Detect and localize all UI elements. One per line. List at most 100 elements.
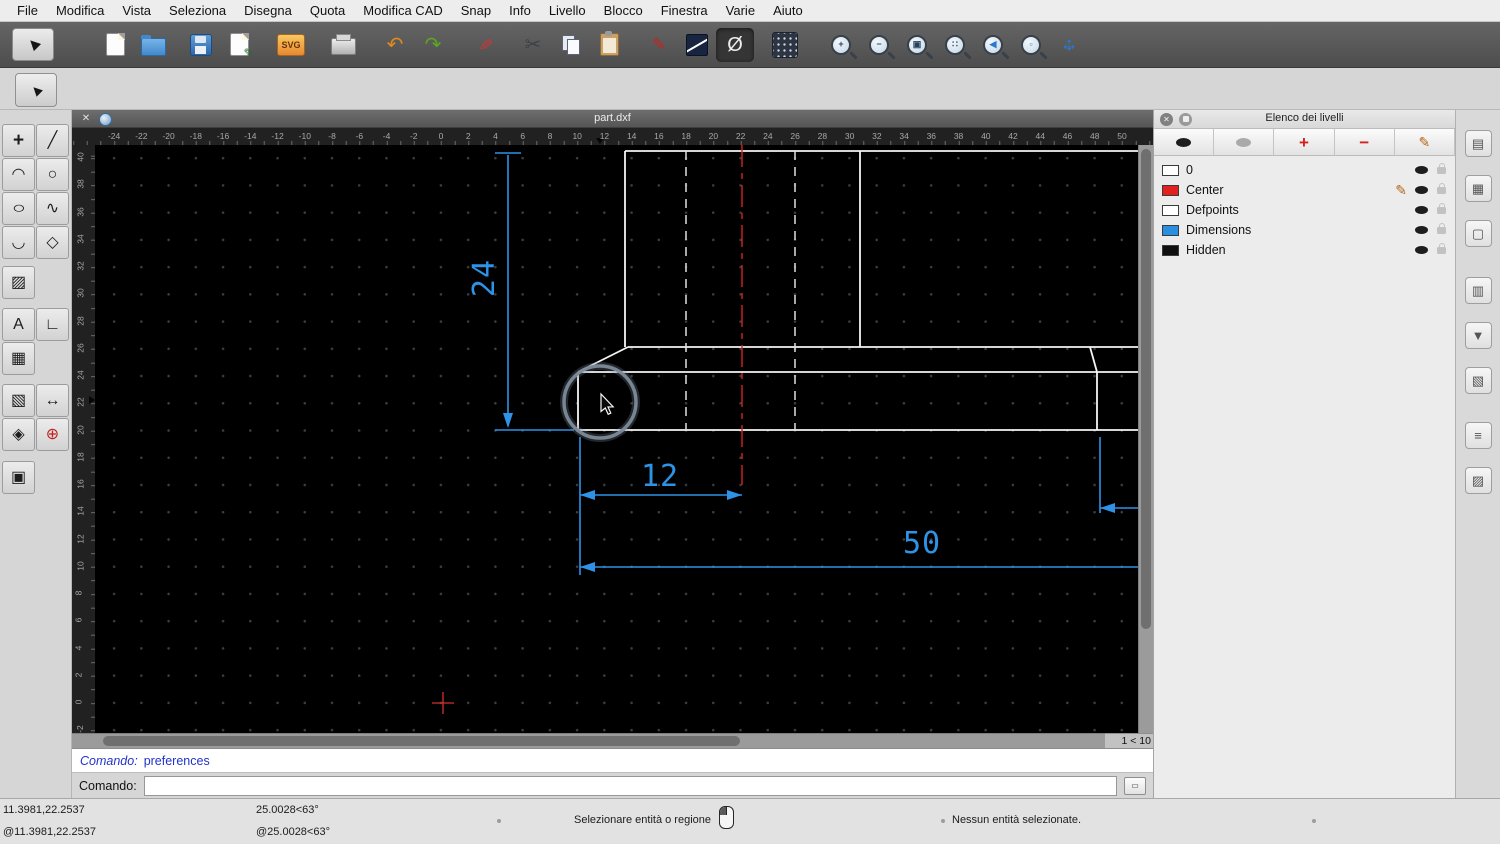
menu-modifica-cad[interactable]: Modifica CAD — [354, 0, 451, 22]
toggle-property-editor-button[interactable]: ▤ — [1464, 130, 1492, 157]
auto-zoom-button[interactable]: ▣ — [898, 28, 936, 62]
line-tools-button[interactable]: ╱ — [36, 124, 69, 157]
document-tab-icon[interactable] — [99, 113, 112, 126]
drawing-canvas[interactable]: 24 12 50 — [95, 145, 1138, 733]
menu-modifica[interactable]: Modifica — [47, 0, 113, 22]
panel-detach-button[interactable] — [1179, 112, 1192, 126]
cut-button[interactable]: ✂ — [514, 28, 552, 62]
layer-lock-toggle[interactable] — [1437, 242, 1446, 254]
edit-layer-button[interactable]: ✎ — [1394, 129, 1456, 155]
text-tool-button[interactable]: A — [2, 308, 35, 341]
delete-entities-button[interactable]: ✎ — [466, 28, 504, 62]
image-tool-button[interactable]: ▦ — [2, 342, 35, 375]
zoom-in-button[interactable]: + — [822, 28, 860, 62]
paste-button[interactable] — [590, 28, 628, 62]
layer-lock-toggle[interactable] — [1437, 202, 1446, 214]
copy-button[interactable] — [552, 28, 590, 62]
solid-tools-button[interactable]: ▣ — [2, 461, 35, 494]
layer-row-dimensions[interactable]: Dimensions — [1154, 220, 1455, 240]
h-ruler-label: -12 — [271, 131, 284, 141]
vertical-scrollbar-thumb[interactable] — [1141, 149, 1151, 629]
open-document-button[interactable] — [134, 28, 172, 62]
previous-view-button[interactable]: ◀ — [974, 28, 1012, 62]
dimension-tools-button[interactable]: ∟ — [36, 308, 69, 341]
toggle-view-list-button[interactable]: ▥ — [1464, 277, 1492, 304]
svg-export-button[interactable]: SVG — [272, 28, 310, 62]
menu-seleziona[interactable]: Seleziona — [160, 0, 235, 22]
close-document-button[interactable]: ✕ — [80, 113, 92, 125]
zoom-window-button[interactable]: ▫ — [1012, 28, 1050, 62]
toggle-layer-list-button[interactable]: ▦ — [1464, 175, 1492, 202]
modify-tools-button[interactable]: ◈ — [2, 418, 35, 451]
pen-tool-button[interactable]: ✎ — [640, 28, 678, 62]
palette-selection-tool-button[interactable]: ► — [15, 73, 57, 107]
print-preview-button[interactable] — [324, 28, 362, 62]
command-input[interactable] — [143, 775, 1117, 796]
add-layer-button[interactable]: + — [1274, 129, 1335, 155]
pan-view-button[interactable] — [1050, 28, 1088, 62]
toggle-block-list-button[interactable]: ▢ — [1464, 220, 1492, 247]
undo-button[interactable]: ↶ — [376, 28, 414, 62]
arc-tools-button[interactable]: ◠ — [2, 158, 35, 191]
circle-center-point-button[interactable]: Ø — [716, 27, 754, 62]
layer-visibility-toggle[interactable] — [1415, 186, 1428, 194]
fill-tools-button[interactable]: ▧ — [2, 384, 35, 417]
vertical-scrollbar[interactable] — [1138, 145, 1153, 733]
menu-snap[interactable]: Snap — [452, 0, 500, 22]
horizontal-scrollbar[interactable] — [72, 733, 1105, 748]
zoom-redraw-button[interactable]: ∷ — [936, 28, 974, 62]
layer-row-hidden[interactable]: Hidden — [1154, 240, 1455, 260]
qcad-application-window: File Modifica Vista Seleziona Disegna Quota Mo… — [0, 0, 1500, 844]
menu-aiuto[interactable]: Aiuto — [764, 0, 812, 22]
layer-row-center[interactable]: Center ✎ — [1154, 180, 1455, 200]
hide-all-layers-button[interactable] — [1214, 129, 1275, 155]
menu-info[interactable]: Info — [500, 0, 540, 22]
save-document-button[interactable] — [182, 28, 220, 62]
toggle-library-browser-button[interactable]: ▧ — [1464, 367, 1492, 394]
zoom-out-button[interactable]: − — [860, 28, 898, 62]
ellipse-tools-button[interactable]: ○ — [2, 192, 35, 225]
polygon-tools-button[interactable]: ◇ — [36, 226, 69, 259]
measure-tools-button[interactable]: ↔ — [36, 384, 69, 417]
redo-button[interactable]: ↷ — [414, 28, 452, 62]
line-from-points-button[interactable] — [678, 28, 716, 62]
text-tool-icon: A — [13, 315, 24, 333]
menu-vista[interactable]: Vista — [113, 0, 160, 22]
layer-visibility-toggle[interactable] — [1415, 166, 1428, 174]
hatch-tool-button[interactable]: ▨ — [2, 266, 35, 299]
snap-tools-button[interactable]: ⊕ — [36, 418, 69, 451]
menu-livello[interactable]: Livello — [540, 0, 595, 22]
menu-varie[interactable]: Varie — [717, 0, 764, 22]
selection-pointer-button[interactable]: ► — [12, 28, 54, 61]
menu-quota[interactable]: Quota — [301, 0, 354, 22]
new-document-button[interactable] — [96, 28, 134, 62]
layer-row-defpoints[interactable]: Defpoints — [1154, 200, 1455, 220]
point-tools-button[interactable]: + — [2, 124, 35, 157]
v-ruler-label: 18 — [75, 452, 86, 462]
save-as-button[interactable]: ✎ — [220, 28, 258, 62]
polyline-tools-button[interactable]: ◡ — [2, 226, 35, 259]
menu-blocco[interactable]: Blocco — [595, 0, 652, 22]
layer-row-0[interactable]: 0 — [1154, 160, 1455, 180]
h-ruler-label: 48 — [1090, 131, 1100, 141]
layer-visibility-toggle[interactable] — [1415, 206, 1428, 214]
remove-layer-button[interactable]: − — [1334, 129, 1395, 155]
circle-tools-button[interactable]: ○ — [36, 158, 69, 191]
show-all-layers-button[interactable] — [1154, 129, 1215, 155]
layer-visibility-toggle[interactable] — [1415, 246, 1428, 254]
menu-finestra[interactable]: Finestra — [652, 0, 717, 22]
toggle-clipboard-panel-button[interactable]: ▨ — [1464, 467, 1492, 494]
menu-disegna[interactable]: Disegna — [235, 0, 301, 22]
toggle-selection-filter-button[interactable]: ▼ — [1464, 322, 1492, 349]
toggle-command-line-button[interactable]: ≡ — [1464, 422, 1492, 449]
panel-close-button[interactable]: ✕ — [1160, 112, 1173, 126]
layer-lock-toggle[interactable] — [1437, 222, 1446, 234]
layer-lock-toggle[interactable] — [1437, 162, 1446, 174]
horizontal-scrollbar-thumb[interactable] — [103, 736, 740, 746]
menu-file[interactable]: File — [8, 0, 47, 22]
snap-grid-button[interactable] — [766, 28, 804, 62]
layer-lock-toggle[interactable] — [1437, 182, 1446, 194]
spline-tools-button[interactable]: ∿ — [36, 192, 69, 225]
command-options-button[interactable]: ▭ — [1124, 776, 1146, 795]
layer-visibility-toggle[interactable] — [1415, 226, 1428, 234]
